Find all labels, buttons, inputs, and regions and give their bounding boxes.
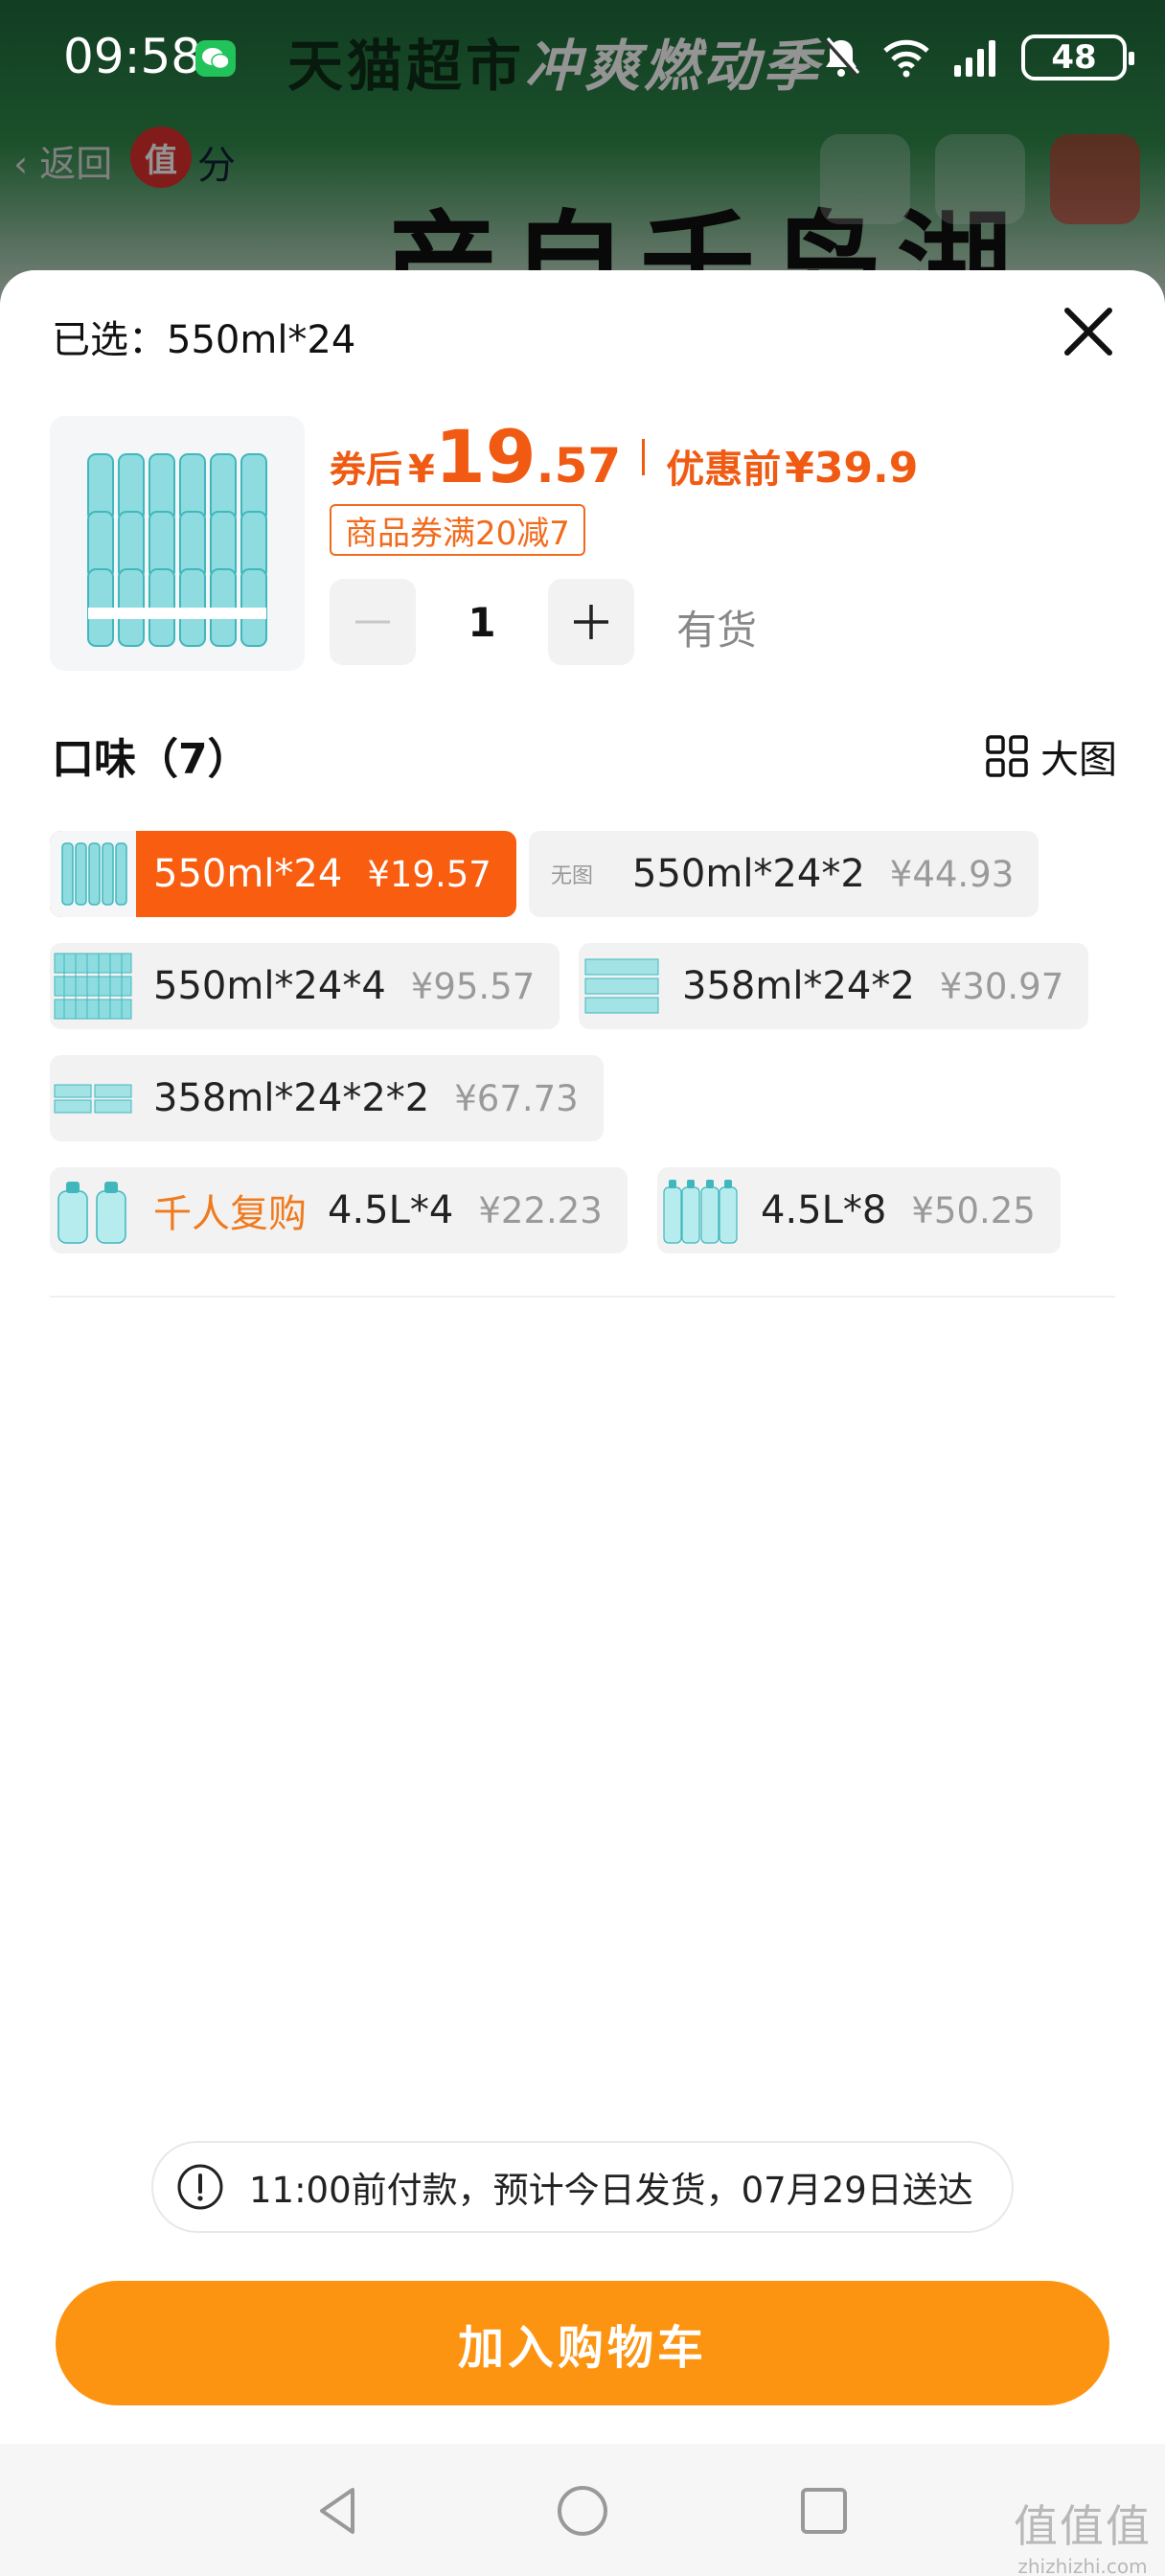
selected-summary: 已选：550ml*24 <box>52 318 356 362</box>
signal-icon <box>954 40 995 77</box>
delivery-notice-text: 11:00前付款，预计今日发货，07月29日送达 <box>249 2170 973 2211</box>
variant-price: ¥30.97 <box>939 965 1064 1007</box>
price-decimal: .57 <box>536 438 622 494</box>
minus-icon <box>355 620 390 624</box>
variant-name: 4.5L*4 <box>328 1188 454 1232</box>
variant-chip[interactable]: 550ml*24*4 ¥95.57 <box>50 943 560 1029</box>
watermark: 值值值 zhizhizhi.com <box>1014 2492 1152 2576</box>
coupon-badge[interactable]: 商品券满20减7 <box>330 504 585 556</box>
sku-selector-sheet: 已选：550ml*24 券后 ¥ 19 .57 优惠前 ¥39.9 商品券满20… <box>0 270 1165 2576</box>
variant-price: ¥44.93 <box>889 853 1015 895</box>
increase-button[interactable] <box>548 579 634 665</box>
quantity-stepper: 1 <box>330 579 634 665</box>
wechat-icon <box>195 40 236 77</box>
price-divider <box>642 438 646 475</box>
no-image-label: 无图 <box>550 864 593 888</box>
big-view-toggle[interactable]: 大图 <box>985 728 1117 784</box>
variant-chip[interactable]: 358ml*24*2 ¥30.97 <box>579 943 1089 1029</box>
system-nav-bar <box>0 2444 1165 2576</box>
variant-price: ¥19.57 <box>367 853 491 895</box>
wifi-icon <box>883 39 929 78</box>
variant-chip[interactable]: 358ml*24*2*2 ¥67.73 <box>50 1055 604 1141</box>
variant-tag: 千人复购 <box>153 1192 307 1236</box>
variant-name: 550ml*24 <box>153 852 343 896</box>
variant-thumbnail <box>50 943 136 1029</box>
status-bar: 09:58 48 <box>0 0 1165 115</box>
variant-thumbnail <box>50 831 136 917</box>
variant-name: 358ml*24*2 <box>682 964 915 1008</box>
delivery-notice: 11:00前付款，预计今日发货，07月29日送达 <box>151 2141 1014 2233</box>
variant-name: 550ml*24*4 <box>153 964 386 1008</box>
stock-status: 有货 <box>676 607 758 654</box>
variant-thumbnail <box>657 1167 743 1254</box>
variant-chip[interactable]: 550ml*24 ¥19.57 <box>50 831 516 917</box>
price-integer: 19 <box>434 414 537 499</box>
selected-value: 550ml*24 <box>167 318 356 362</box>
grid-icon <box>986 735 1028 777</box>
variant-chip[interactable]: 千人复购 4.5L*4 ¥22.23 <box>50 1167 628 1254</box>
big-view-label: 大图 <box>1040 738 1117 782</box>
original-price-label: 优惠前 <box>666 448 782 492</box>
variant-price: ¥95.57 <box>410 965 536 1007</box>
variant-thumbnail: 无图 <box>529 831 615 917</box>
after-coupon-label: 券后 <box>330 448 403 491</box>
add-to-cart-button[interactable]: 加入购物车 <box>56 2281 1109 2405</box>
status-icons: 48 <box>822 34 1134 80</box>
variant-name: 4.5L*8 <box>761 1188 887 1232</box>
quantity-value[interactable]: 1 <box>416 599 548 646</box>
original-price-value: ¥39.9 <box>785 444 919 493</box>
section-divider <box>50 1296 1115 1298</box>
flavor-section-title: 口味（7） <box>52 735 250 784</box>
variant-price: ¥22.23 <box>478 1189 603 1231</box>
status-time: 09:58 <box>63 29 202 84</box>
close-icon[interactable] <box>1056 299 1121 364</box>
variant-chip[interactable]: 无图 550ml*24*2 ¥44.93 <box>529 831 1039 917</box>
price-row: 券后 ¥ 19 .57 优惠前 ¥39.9 <box>330 414 918 499</box>
variant-name: 550ml*24*2 <box>632 852 865 896</box>
nav-recents-icon[interactable] <box>795 2482 853 2540</box>
plus-icon <box>574 605 608 639</box>
watermark-domain: zhizhizhi.com <box>1017 2555 1148 2576</box>
variant-price: ¥50.25 <box>911 1189 1036 1231</box>
variant-chip[interactable]: 4.5L*8 ¥50.25 <box>657 1167 1061 1254</box>
nav-home-icon[interactable] <box>554 2482 611 2540</box>
variant-thumbnail <box>50 1167 136 1254</box>
mute-icon <box>824 37 860 77</box>
battery-indicator: 48 <box>1021 34 1134 80</box>
price-currency: ¥ <box>408 448 435 492</box>
variant-thumbnail <box>579 943 665 1029</box>
variant-price: ¥67.73 <box>454 1077 579 1119</box>
variant-name: 358ml*24*2*2 <box>153 1076 430 1120</box>
nav-back-icon[interactable] <box>310 2482 368 2540</box>
info-icon <box>177 2164 223 2210</box>
watermark-brand: 值值值 <box>1014 2500 1152 2552</box>
product-image[interactable] <box>50 416 305 671</box>
decrease-button[interactable] <box>330 579 416 665</box>
variant-thumbnail <box>50 1055 136 1141</box>
